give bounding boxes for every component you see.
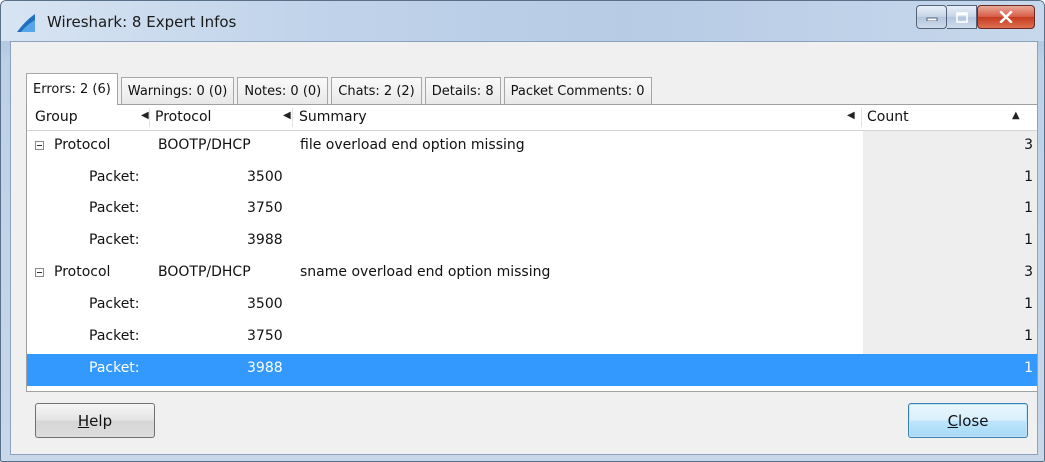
tab-label: Notes: 0 (0): [244, 84, 322, 99]
tab-errors[interactable]: Errors: 2 (6): [26, 73, 118, 105]
row-summary: sname overload end option missing: [300, 264, 551, 280]
wireshark-fin-icon: [17, 14, 35, 32]
sort-left-icon: ◀: [847, 110, 855, 121]
column-header-group[interactable]: Group: [35, 109, 78, 125]
row-protocol: BOOTP/DHCP: [158, 264, 251, 280]
maximize-icon: [955, 11, 968, 23]
row-count: 1: [1024, 360, 1033, 376]
minimize-icon: [926, 17, 937, 21]
tab-bar: Errors: 2 (6) Warnings: 0 (0) Notes: 0 (…: [26, 73, 655, 105]
tab-label: Warnings: 0 (0): [127, 84, 228, 99]
row-group: Packet:: [89, 169, 140, 185]
tree-row-packet-selected[interactable]: Packet: 3988 1: [27, 354, 1037, 386]
tab-warnings[interactable]: Warnings: 0 (0): [120, 77, 235, 105]
row-count: 1: [1024, 200, 1033, 216]
row-count: 3: [1024, 264, 1033, 280]
collapse-icon[interactable]: [35, 268, 44, 277]
tab-notes[interactable]: Notes: 0 (0): [237, 77, 329, 105]
tab-label: Errors: 2 (6): [33, 82, 111, 97]
tab-label: Chats: 2 (2): [338, 84, 415, 99]
tree-row-packet[interactable]: Packet: 3988 1: [27, 226, 1037, 258]
row-count: 1: [1024, 328, 1033, 344]
close-window-button[interactable]: [977, 5, 1035, 29]
row-packet-number: 3500: [247, 296, 283, 312]
close-button[interactable]: Close: [908, 403, 1028, 438]
column-header-row: Group ◀ Protocol ◀ Summary ◀ Count ▲: [27, 105, 1037, 131]
row-protocol: BOOTP/DHCP: [158, 137, 251, 153]
sort-left-icon: ◀: [283, 110, 291, 121]
tab-packet-comments[interactable]: Packet Comments: 0: [503, 77, 652, 105]
close-label-rest: lose: [958, 411, 989, 430]
column-divider[interactable]: [149, 108, 150, 127]
window-title: Wireshark: 8 Expert Infos: [47, 13, 237, 31]
minimize-button[interactable]: [916, 5, 947, 29]
help-accelerator: H: [77, 411, 90, 430]
row-packet-number: 3988: [247, 232, 283, 248]
tab-details[interactable]: Details: 8: [424, 77, 501, 105]
row-count: 1: [1024, 232, 1033, 248]
row-group: Packet:: [89, 360, 140, 376]
row-group: Packet:: [89, 296, 140, 312]
title-bar[interactable]: Wireshark: 8 Expert Infos: [1, 1, 1044, 41]
column-header-protocol[interactable]: Protocol: [155, 109, 211, 125]
tree-row-packet[interactable]: Packet: 3750 1: [27, 322, 1037, 354]
sort-ascending-icon: ▲: [1012, 110, 1020, 121]
close-accelerator: C: [947, 411, 959, 430]
tab-chats[interactable]: Chats: 2 (2): [331, 77, 422, 105]
help-label-rest: elp: [89, 411, 113, 430]
row-packet-number: 3750: [247, 200, 283, 216]
row-packet-number: 3500: [247, 169, 283, 185]
row-packet-number: 3988: [247, 360, 283, 376]
row-group: Protocol: [54, 137, 111, 153]
help-button[interactable]: Help: [35, 403, 155, 438]
row-count: 3: [1024, 137, 1033, 153]
row-count: 1: [1024, 296, 1033, 312]
tab-label: Packet Comments: 0: [510, 84, 645, 99]
row-group: Packet:: [89, 232, 140, 248]
column-header-summary[interactable]: Summary: [299, 109, 367, 125]
tree-row-packet[interactable]: Packet: 3500 1: [27, 290, 1037, 322]
tree-row-group[interactable]: Protocol BOOTP/DHCP sname overload end o…: [27, 258, 1037, 290]
close-x-icon: [999, 11, 1013, 23]
row-packet-number: 3750: [247, 328, 283, 344]
collapse-icon[interactable]: [35, 141, 44, 150]
column-divider[interactable]: [292, 108, 293, 127]
row-group: Protocol: [54, 264, 111, 280]
column-header-count[interactable]: Count: [867, 109, 909, 125]
tree-row-group[interactable]: Protocol BOOTP/DHCP file overload end op…: [27, 131, 1037, 163]
row-group: Packet:: [89, 328, 140, 344]
tree-row-packet[interactable]: Packet: 3750 1: [27, 194, 1037, 226]
expert-info-tree[interactable]: Group ◀ Protocol ◀ Summary ◀ Count ▲ Pro…: [26, 104, 1038, 392]
row-summary: file overload end option missing: [300, 137, 525, 153]
row-group: Packet:: [89, 200, 140, 216]
tab-label: Details: 8: [431, 84, 494, 99]
column-divider[interactable]: [861, 108, 862, 127]
row-count: 1: [1024, 169, 1033, 185]
sort-left-icon: ◀: [141, 110, 149, 121]
tree-row-packet[interactable]: Packet: 3500 1: [27, 163, 1037, 195]
maximize-button[interactable]: [947, 5, 977, 29]
